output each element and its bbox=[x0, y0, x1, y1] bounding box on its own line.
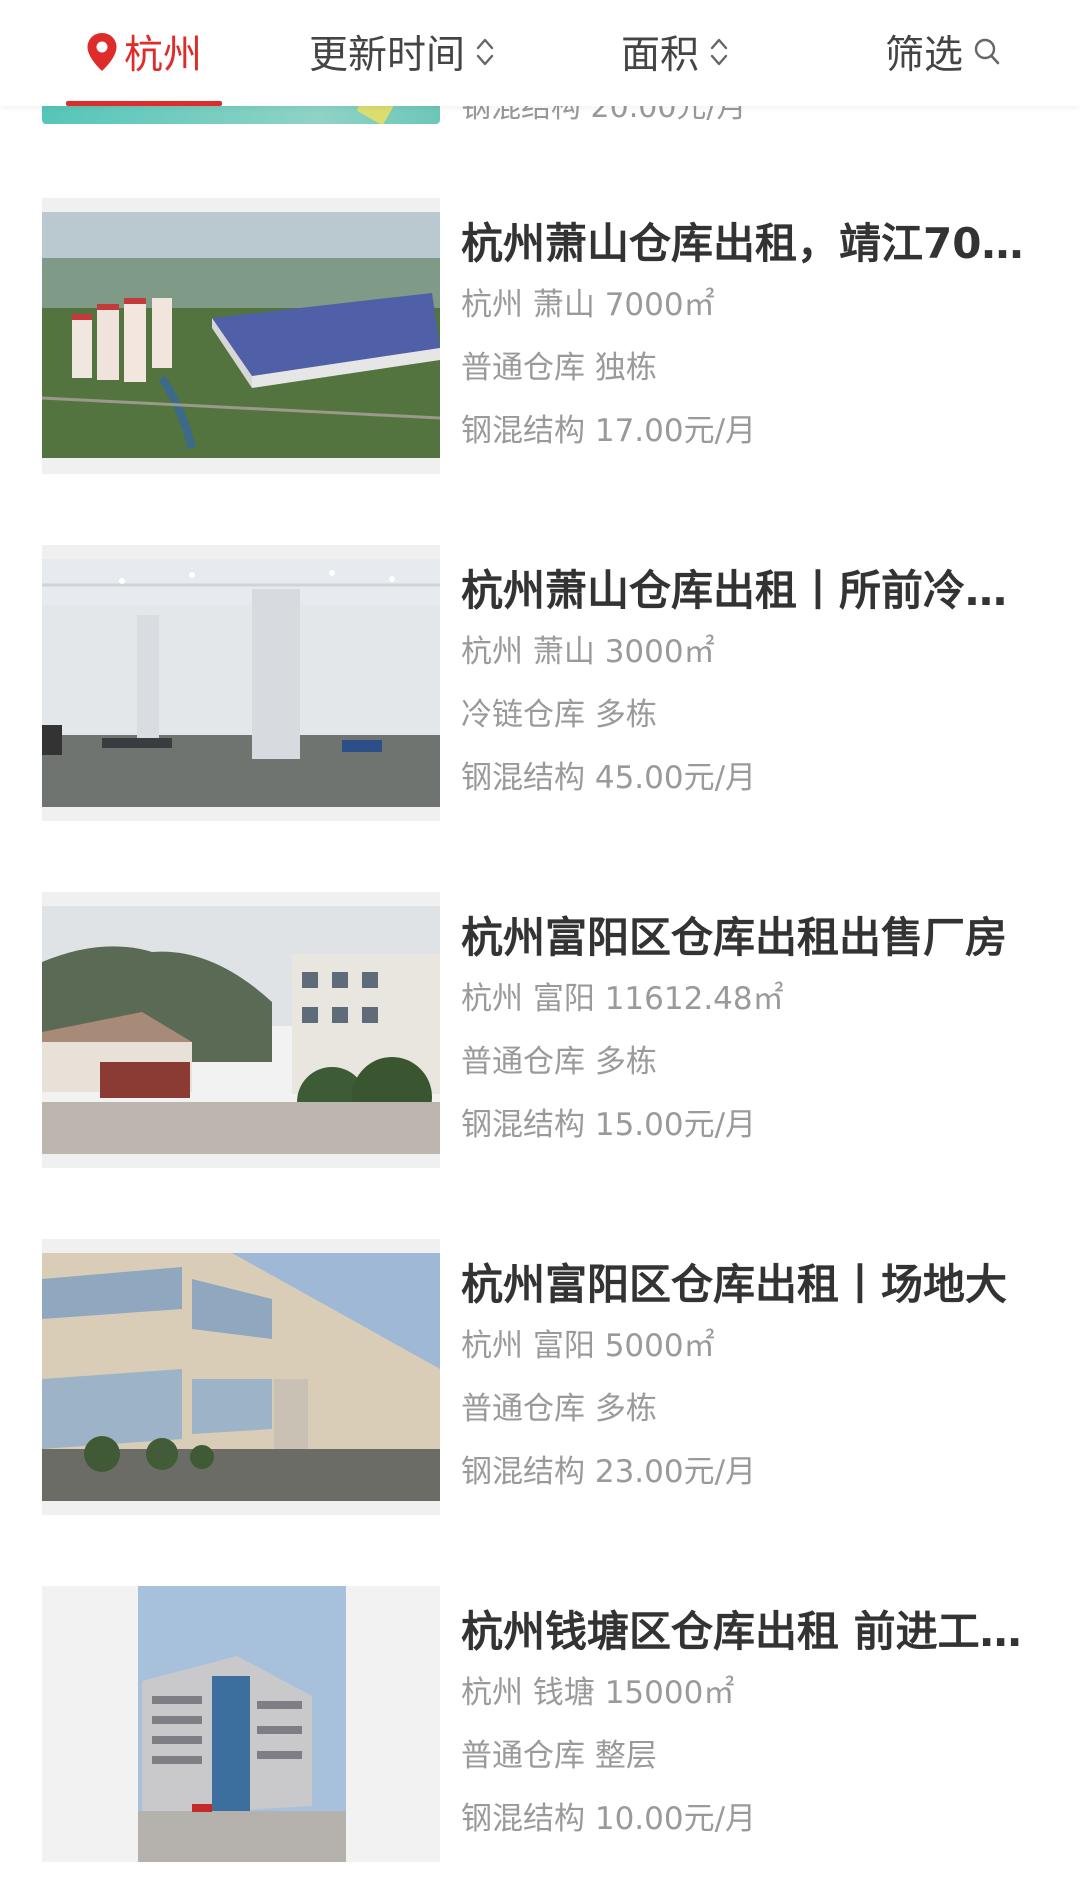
sort-updown-icon bbox=[709, 35, 729, 69]
sort-by-area[interactable]: 面积 bbox=[610, 0, 740, 104]
location-pin-icon bbox=[86, 32, 118, 72]
listing-title: 杭州萧山仓库出租，靖江7000方全新高标 bbox=[461, 219, 1031, 268]
listing-location: 杭州 富阳 5000㎡ bbox=[461, 1328, 715, 1364]
listing-item[interactable]: 杭州富阳区仓库出租出售厂房 杭州 富阳 11612.48㎡ 普通仓库 多栋 钢混… bbox=[0, 892, 1080, 1184]
city-selector[interactable]: 杭州 bbox=[66, 0, 222, 106]
sort-area-label: 面积 bbox=[620, 33, 699, 78]
listing-title: 杭州富阳区仓库出租出售厂房 bbox=[461, 913, 1008, 962]
listing-title: 杭州萧山仓库出租丨所前冷链仓库 bbox=[461, 566, 1031, 615]
listing-location: 杭州 萧山 3000㎡ bbox=[461, 634, 715, 670]
listing-info: 杭州富阳区仓库出租出售厂房 杭州 富阳 11612.48㎡ 普通仓库 多栋 钢混… bbox=[461, 892, 1041, 1157]
listing-info: 杭州萧山仓库出租丨所前冷链仓库 杭州 萧山 3000㎡ 冷链仓库 多栋 钢混结构… bbox=[461, 545, 1041, 810]
listing-thumbnail bbox=[42, 545, 440, 821]
listing-location: 杭州 萧山 7000㎡ bbox=[461, 287, 715, 323]
listing-thumbnail bbox=[42, 1586, 440, 1862]
listing-type: 冷链仓库 多栋 bbox=[461, 697, 657, 733]
listing-type: 普通仓库 独栋 bbox=[461, 350, 657, 386]
listing-thumbnail bbox=[42, 1239, 440, 1515]
listing-item[interactable]: 杭州钱塘区仓库出租 前进工业园 杭州 钱塘 15000㎡ 普通仓库 整层 钢混结… bbox=[0, 1586, 1080, 1878]
listing-type: 普通仓库 整层 bbox=[461, 1738, 657, 1774]
listing-price: 钢混结构 10.00元/月 bbox=[461, 1801, 757, 1837]
active-tab-indicator bbox=[66, 101, 222, 106]
sort-updown-icon bbox=[475, 35, 495, 69]
filter-button[interactable]: 筛选 bbox=[878, 0, 1008, 104]
listing-thumbnail bbox=[42, 198, 440, 474]
filter-label: 筛选 bbox=[884, 33, 963, 78]
listing-type: 普通仓库 多栋 bbox=[461, 1391, 657, 1427]
listing-thumbnail bbox=[42, 892, 440, 1168]
listing-item[interactable]: 杭州萧山仓库出租丨所前冷链仓库 杭州 萧山 3000㎡ 冷链仓库 多栋 钢混结构… bbox=[0, 545, 1080, 837]
listing-location: 杭州 富阳 11612.48㎡ bbox=[461, 981, 784, 1017]
listing-price: 钢混结构 45.00元/月 bbox=[461, 760, 757, 796]
city-label: 杭州 bbox=[123, 33, 202, 78]
listing-item[interactable]: 杭州富阳区仓库出租丨场地大 杭州 富阳 5000㎡ 普通仓库 多栋 钢混结构 2… bbox=[0, 1239, 1080, 1531]
search-icon bbox=[973, 37, 1001, 67]
filter-bar: 杭州 更新时间 面积 筛选 bbox=[0, 0, 1080, 106]
listing-info: 杭州萧山仓库出租，靖江7000方全新高标 杭州 萧山 7000㎡ 普通仓库 独栋… bbox=[461, 198, 1041, 463]
listing-type: 普通仓库 多栋 bbox=[461, 1044, 657, 1080]
listing-info: 杭州钱塘区仓库出租 前进工业园 杭州 钱塘 15000㎡ 普通仓库 整层 钢混结… bbox=[461, 1586, 1041, 1851]
sort-by-update-time[interactable]: 更新时间 bbox=[295, 0, 509, 104]
listing-page: 钢混结构 20.00元/月 杭州 更新时间 面积 bbox=[0, 0, 1080, 1888]
listing-title: 杭州富阳区仓库出租丨场地大 bbox=[461, 1260, 1008, 1309]
listing-price: 钢混结构 15.00元/月 bbox=[461, 1107, 757, 1143]
listing-item[interactable]: 杭州萧山仓库出租，靖江7000方全新高标 杭州 萧山 7000㎡ 普通仓库 独栋… bbox=[0, 198, 1080, 490]
listing-location: 杭州 钱塘 15000㎡ bbox=[461, 1675, 735, 1711]
sort-time-label: 更新时间 bbox=[308, 33, 465, 78]
listing-price: 钢混结构 23.00元/月 bbox=[461, 1454, 757, 1490]
listing-price: 钢混结构 17.00元/月 bbox=[461, 413, 757, 449]
listing-info: 杭州富阳区仓库出租丨场地大 杭州 富阳 5000㎡ 普通仓库 多栋 钢混结构 2… bbox=[461, 1239, 1041, 1504]
listing-title: 杭州钱塘区仓库出租 前进工业园 bbox=[461, 1607, 1031, 1656]
